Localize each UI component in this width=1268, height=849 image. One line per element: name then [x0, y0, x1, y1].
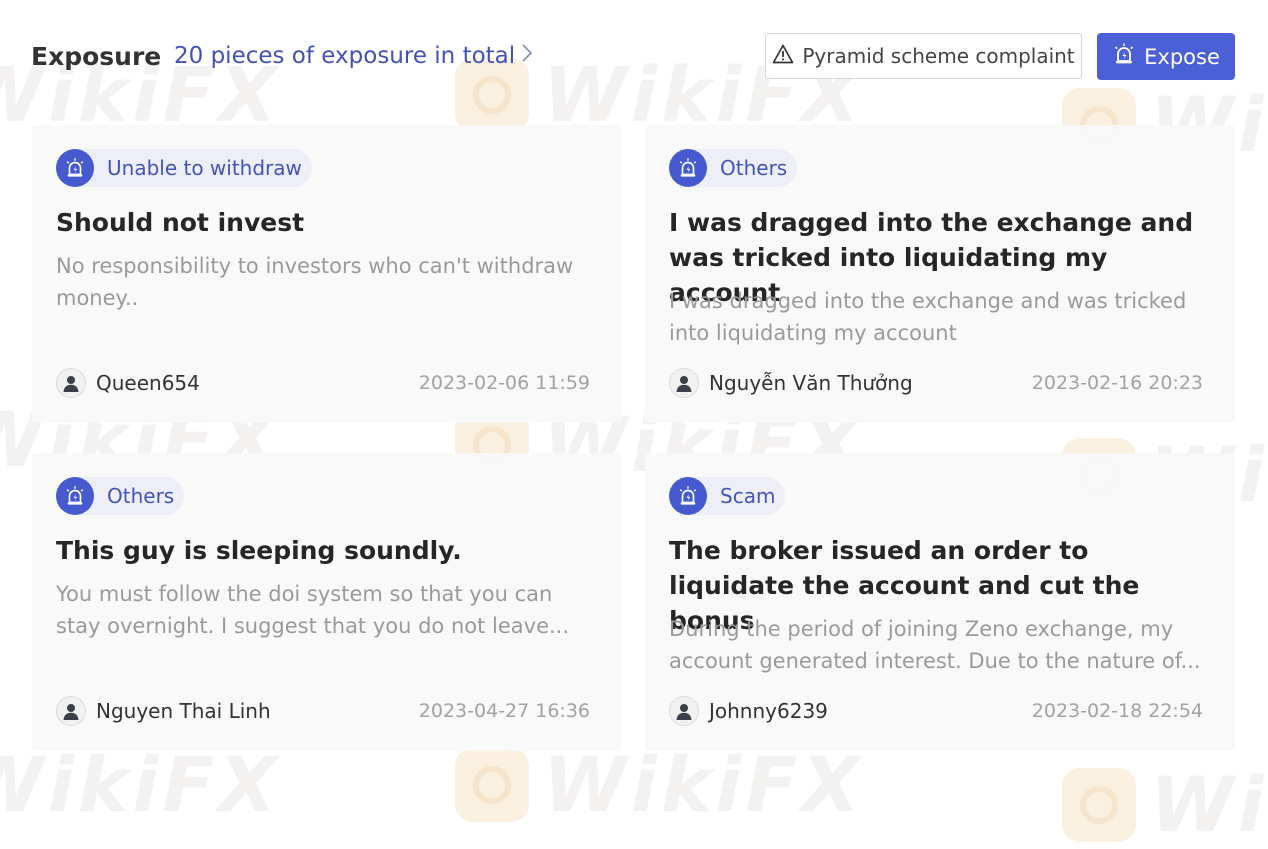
category-tag-label: Unable to withdraw — [107, 156, 302, 180]
user-avatar-icon — [56, 368, 86, 398]
alarm-siren-icon — [56, 149, 94, 187]
exposure-header: Exposure 20 pieces of exposure in total … — [0, 32, 1268, 82]
user-avatar-icon — [669, 696, 699, 726]
author-name: Nguyen Thai Linh — [96, 699, 271, 723]
pyramid-complaint-button[interactable]: Pyramid scheme complaint — [765, 33, 1082, 79]
category-tag-label: Others — [107, 484, 175, 508]
watermark: WikiFX — [455, 740, 864, 829]
watermark: WikiFX — [0, 740, 281, 829]
author-name: Queen654 — [96, 371, 200, 395]
card-footer: Nguyễn Văn Thưởng 2023-02-16 20:23 — [669, 367, 1203, 399]
section-title: Exposure — [31, 42, 162, 71]
watermark-logo — [1062, 767, 1136, 842]
category-tag-label: Others — [720, 156, 788, 180]
complaint-button-label: Pyramid scheme complaint — [802, 44, 1075, 68]
card-description: During the period of joining Zeno exchan… — [669, 617, 1201, 673]
post-date: 2023-02-16 20:23 — [1031, 372, 1203, 394]
watermark-text: WikiFX — [543, 740, 864, 829]
expose-button-label: Expose — [1144, 44, 1220, 69]
watermark-text: WikiFX — [0, 740, 281, 829]
card-title: This guy is sleeping soundly. — [56, 536, 462, 565]
category-tag: Unable to withdraw — [56, 149, 312, 187]
card-author: Nguyễn Văn Thưởng — [669, 368, 913, 398]
card-title: Should not invest — [56, 208, 305, 237]
author-name: Nguyễn Văn Thưởng — [709, 371, 913, 395]
alarm-siren-icon — [1112, 42, 1136, 71]
watermark: WikiFX — [1062, 760, 1268, 849]
card-author: Johnny6239 — [669, 696, 828, 726]
card-footer: Johnny6239 2023-02-18 22:54 — [669, 695, 1203, 727]
category-tag: Others — [669, 149, 798, 187]
card-author: Queen654 — [56, 368, 200, 398]
alarm-siren-icon — [669, 149, 707, 187]
expose-button[interactable]: Expose — [1097, 33, 1235, 80]
exposure-card[interactable]: Others This guy is sleeping soundly. You… — [32, 453, 622, 751]
user-avatar-icon — [56, 696, 86, 726]
card-footer: Nguyen Thai Linh 2023-04-27 16:36 — [56, 695, 590, 727]
alarm-siren-icon — [56, 477, 94, 515]
exposure-card[interactable]: Scam The broker issued an order to liqui… — [645, 453, 1235, 751]
card-author: Nguyen Thai Linh — [56, 696, 271, 726]
card-description: No responsibility to investors who can't… — [56, 254, 574, 310]
post-date: 2023-02-18 22:54 — [1031, 700, 1203, 722]
card-description: I was dragged into the exchange and was … — [669, 289, 1187, 345]
exposure-card[interactable]: Others I was dragged into the exchange a… — [645, 125, 1235, 423]
author-name: Johnny6239 — [709, 699, 828, 723]
card-description: You must follow the doi system so that y… — [56, 582, 570, 638]
category-tag: Others — [56, 477, 185, 515]
warning-triangle-icon — [772, 44, 794, 69]
alarm-siren-icon — [669, 477, 707, 515]
exposure-card[interactable]: Unable to withdraw Should not invest No … — [32, 125, 622, 423]
category-tag: Scam — [669, 477, 786, 515]
total-exposure-label: 20 pieces of exposure in total — [174, 43, 516, 69]
user-avatar-icon — [669, 368, 699, 398]
total-exposure-link[interactable]: 20 pieces of exposure in total — [174, 43, 533, 69]
post-date: 2023-04-27 16:36 — [418, 700, 590, 722]
chevron-right-icon — [521, 43, 533, 69]
category-tag-label: Scam — [720, 484, 776, 508]
watermark-text: WikiFX — [1150, 760, 1268, 849]
card-footer: Queen654 2023-02-06 11:59 — [56, 367, 590, 399]
watermark-logo — [455, 747, 529, 822]
post-date: 2023-02-06 11:59 — [418, 372, 590, 394]
